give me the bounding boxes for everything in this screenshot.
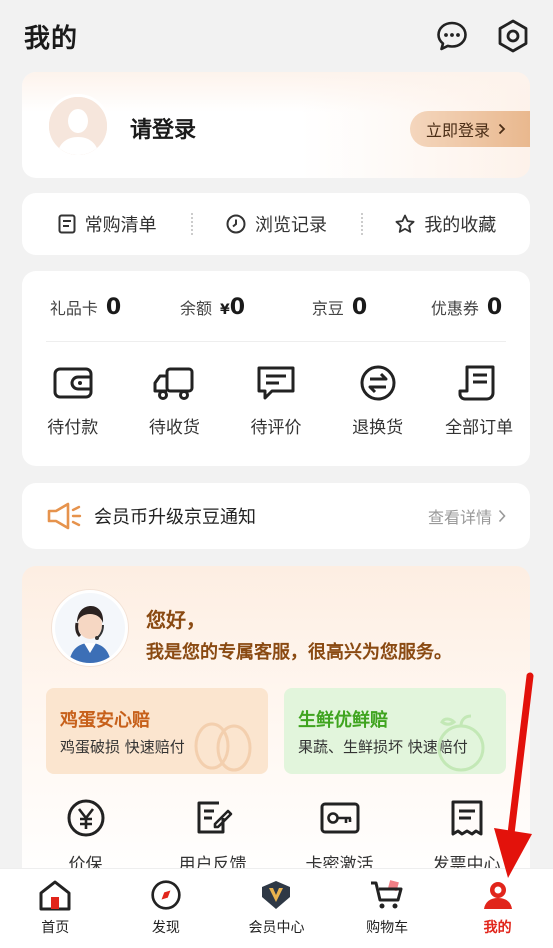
comment-icon xyxy=(257,366,295,400)
promo-fresh-guarantee[interactable]: 生鲜优鲜赔 果蔬、生鲜损坏 快速赔付 xyxy=(284,688,506,774)
order-pending-receipt[interactable]: 待收货 xyxy=(124,363,226,438)
key-icon xyxy=(320,802,359,834)
login-card[interactable]: 请登录 立即登录 xyxy=(22,72,530,178)
vip-icon xyxy=(262,881,291,909)
stat-balance[interactable]: 余额 ¥0 xyxy=(149,289,276,325)
tab-home[interactable]: 首页 xyxy=(0,869,111,948)
order-pending-payment[interactable]: 待付款 xyxy=(22,363,124,438)
service-intro: 我是您的专属客服，很高兴为您服务。 xyxy=(146,642,452,663)
service-price-protect[interactable]: 价保 xyxy=(22,798,149,875)
truck-icon xyxy=(153,367,194,400)
quick-link-history[interactable]: 浏览记录 xyxy=(191,211,360,237)
balance-value: 0 xyxy=(229,294,246,320)
order-label: 全部订单 xyxy=(445,418,514,438)
promo-subtitle: 鸡蛋破损 快速赔付 xyxy=(60,738,185,756)
header: 我的 xyxy=(0,0,553,72)
stat-label: 优惠券 xyxy=(430,299,479,318)
stat-value: 0 xyxy=(351,294,368,320)
profile-icon xyxy=(483,882,512,909)
chevron-right-icon xyxy=(498,123,506,135)
tab-label: 我的 xyxy=(483,920,512,936)
orders-row: 待付款 待收货 待评价 退换货 全部订单 xyxy=(22,363,530,438)
promo-title: 鸡蛋安心赔 xyxy=(60,710,150,731)
notice-more-label: 查看详情 xyxy=(427,508,492,527)
agent-portrait-icon xyxy=(55,593,125,663)
service-tools-row: 价保 用户反馈 卡密激活 发票中心 xyxy=(22,798,530,875)
quick-link-label: 我的收藏 xyxy=(424,215,497,236)
quick-link-favorites[interactable]: 我的收藏 xyxy=(360,211,530,237)
tab-profile[interactable]: 我的 xyxy=(442,869,553,948)
tab-discover[interactable]: 发现 xyxy=(111,869,222,948)
service-greeting: 您好， xyxy=(146,608,206,632)
service-card-activation[interactable]: 卡密激活 xyxy=(276,798,403,875)
promo-egg-guarantee[interactable]: 鸡蛋安心赔 鸡蛋破损 快速赔付 xyxy=(46,688,268,774)
home-icon xyxy=(39,880,71,911)
order-label: 待付款 xyxy=(47,418,99,438)
cart-icon xyxy=(371,880,403,909)
megaphone-icon xyxy=(47,502,82,530)
compass-icon xyxy=(151,880,181,910)
login-button[interactable]: 立即登录 xyxy=(410,111,530,147)
stat-label: 京豆 xyxy=(311,299,344,318)
stat-gift-card[interactable]: 礼品卡 0 xyxy=(22,289,149,325)
star-icon xyxy=(395,214,415,233)
tab-label: 会员中心 xyxy=(248,920,305,936)
assets-orders-card: 礼品卡 0 余额 ¥0 京豆 0 优惠券 0 待付款 待收货 待评价 退换货 全… xyxy=(22,271,530,466)
list-icon xyxy=(58,214,76,234)
chevron-right-icon xyxy=(498,509,506,523)
order-all[interactable]: 全部订单 xyxy=(428,363,530,438)
clock-icon xyxy=(226,214,246,234)
feedback-icon xyxy=(197,801,232,834)
assets-row: 礼品卡 0 余额 ¥0 京豆 0 优惠券 0 xyxy=(22,289,530,325)
stat-value: 0 xyxy=(105,294,122,320)
stat-jingdou[interactable]: 京豆 0 xyxy=(276,289,403,325)
price-protect-icon xyxy=(67,799,104,837)
fruit-icon xyxy=(437,714,485,772)
notice-text: 会员币升级京豆通知 xyxy=(94,507,256,528)
tab-cart[interactable]: 购物车 xyxy=(332,869,443,948)
exchange-icon xyxy=(360,365,396,401)
stat-value: ¥0 xyxy=(220,295,245,320)
default-avatar-icon xyxy=(49,97,107,155)
order-pending-review[interactable]: 待评价 xyxy=(225,363,327,438)
promo-title: 生鲜优鲜赔 xyxy=(298,710,388,731)
settings-icon[interactable] xyxy=(495,18,531,54)
wallet-icon xyxy=(53,367,93,399)
message-icon[interactable] xyxy=(435,19,469,53)
quick-links: 常购清单 浏览记录 我的收藏 xyxy=(22,193,530,255)
quick-link-frequent-list[interactable]: 常购清单 xyxy=(22,211,191,237)
egg-icon xyxy=(194,722,252,772)
stat-label: 礼品卡 xyxy=(49,299,98,318)
bottom-tab-bar: 首页 发现 会员中心 购物车 我的 xyxy=(0,868,553,948)
login-prompt[interactable]: 请登录 xyxy=(130,112,196,144)
quick-link-label: 浏览记录 xyxy=(254,215,327,236)
customer-service-card: 您好， 我是您的专属客服，很高兴为您服务。 鸡蛋安心赔 鸡蛋破损 快速赔付 生鲜… xyxy=(22,566,530,886)
stat-coupon[interactable]: 优惠券 0 xyxy=(403,289,530,325)
tab-label: 首页 xyxy=(41,920,70,936)
tab-label: 购物车 xyxy=(366,920,409,936)
orders-icon xyxy=(458,365,495,401)
notice-more-link[interactable]: 查看详情 xyxy=(428,504,506,528)
currency-symbol: ¥ xyxy=(219,301,230,318)
tab-label: 发现 xyxy=(151,920,180,936)
tab-member-center[interactable]: 会员中心 xyxy=(221,869,332,948)
login-button-label: 立即登录 xyxy=(426,121,491,140)
order-label: 退换货 xyxy=(352,418,404,438)
stat-value: 0 xyxy=(486,294,503,320)
order-label: 待评价 xyxy=(250,418,302,438)
notice-card[interactable]: 会员币升级京豆通知 查看详情 xyxy=(22,483,530,549)
avatar[interactable] xyxy=(46,94,110,158)
header-actions xyxy=(435,18,531,54)
service-agent-avatar[interactable] xyxy=(52,590,128,666)
service-invoice-center[interactable]: 发票中心 xyxy=(403,798,530,875)
stat-label: 余额 xyxy=(179,299,212,318)
divider xyxy=(46,341,506,342)
order-label: 待收货 xyxy=(148,418,200,438)
invoice-icon xyxy=(451,800,482,836)
quick-link-label: 常购清单 xyxy=(84,215,157,236)
service-feedback[interactable]: 用户反馈 xyxy=(149,798,276,875)
page-title: 我的 xyxy=(24,23,79,54)
order-returns[interactable]: 退换货 xyxy=(327,363,429,438)
